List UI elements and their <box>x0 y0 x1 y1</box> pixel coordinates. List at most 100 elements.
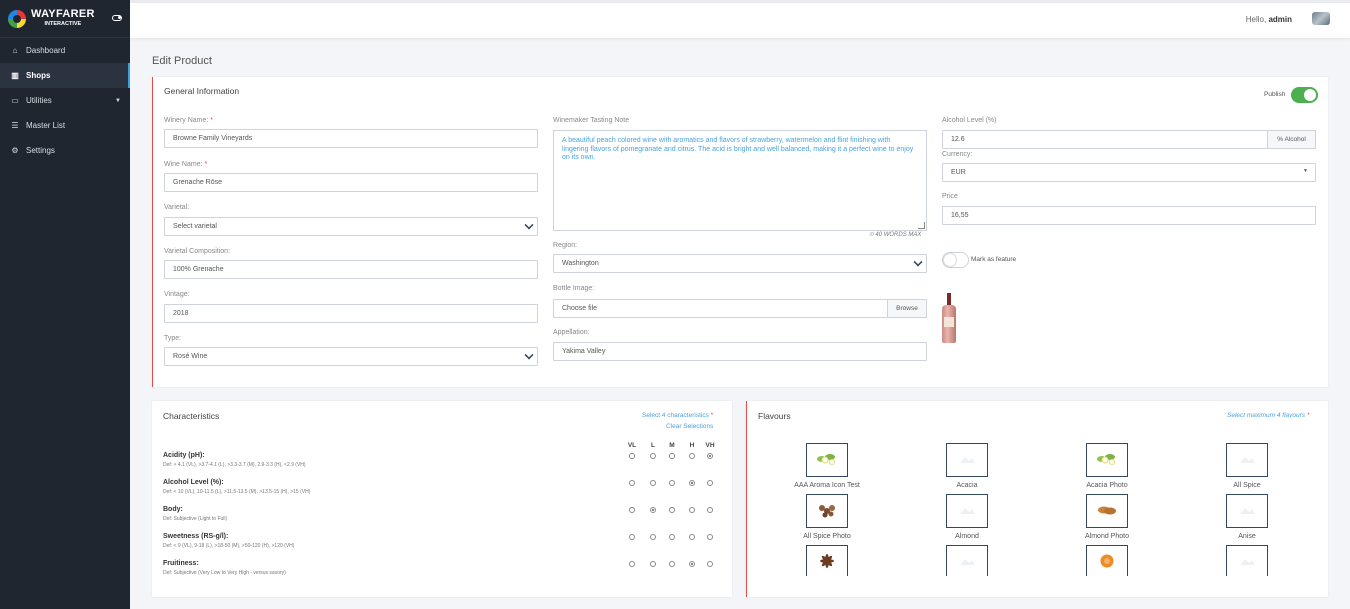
characteristic-radio-vh[interactable] <box>707 480 713 486</box>
flavour-tile[interactable] <box>946 494 988 528</box>
characteristic-radio-h[interactable] <box>689 507 695 513</box>
flavour-label: All Spice <box>1233 482 1261 489</box>
card-title: General Information <box>164 86 240 96</box>
characteristic-radio-m[interactable] <box>669 480 675 486</box>
characteristic-radio-h[interactable] <box>689 534 695 540</box>
region-select[interactable]: Washington <box>553 254 927 273</box>
flavour-tile[interactable] <box>806 545 848 576</box>
flavour-tile[interactable] <box>1086 494 1128 528</box>
card-title: Flavours <box>758 411 791 421</box>
sidebar-item-master-list[interactable]: ☰ Master List <box>0 113 130 138</box>
sidebar-item-shops[interactable]: ▥ Shops <box>0 63 130 88</box>
sidebar-toggle-icon[interactable] <box>112 15 122 21</box>
characteristic-radio-l[interactable] <box>650 453 656 459</box>
sidebar: WAYFARER INTERACTIVE ⌂ Dashboard ▥ Shops… <box>0 0 130 609</box>
characteristic-radio-vh[interactable] <box>707 453 713 459</box>
characteristic-name: Sweetness (RS-g/l): <box>163 533 229 540</box>
characteristic-radio-m[interactable] <box>669 453 675 459</box>
characteristic-radio-vh[interactable] <box>707 534 713 540</box>
characteristic-radio-l[interactable] <box>650 480 656 486</box>
characteristic-definition: Def: Subjective (Light to Full) <box>163 516 228 522</box>
varietal-select[interactable]: Select varietal <box>164 217 538 236</box>
characteristic-definition: Def: < 9 (VL), 9-18 (L), >18-50 (M), >50… <box>163 543 295 549</box>
characteristic-radio-l[interactable] <box>650 507 656 513</box>
flavour-tile[interactable] <box>946 545 988 576</box>
browse-button[interactable]: Browse <box>887 299 927 318</box>
placeholder-icon <box>1236 451 1258 469</box>
flavour-label: Acacia Photo <box>1086 482 1128 489</box>
price-input[interactable]: 16,55 <box>942 206 1316 225</box>
characteristic-radio-m[interactable] <box>669 507 675 513</box>
characteristic-radio-vl[interactable] <box>629 453 635 459</box>
gear-icon: ⚙ <box>11 146 19 155</box>
flavour-tile[interactable] <box>806 443 848 477</box>
vintage-input[interactable]: 2018 <box>164 304 538 323</box>
resize-grip-icon[interactable] <box>918 222 925 229</box>
currency-select[interactable]: EUR ▼ <box>942 163 1316 182</box>
vintage-label: Vintage: <box>164 291 190 298</box>
chevron-down-icon <box>524 350 534 360</box>
avatar[interactable] <box>1312 12 1330 25</box>
scale-header: H <box>689 442 695 449</box>
flavour-tile[interactable] <box>1086 545 1128 576</box>
sidebar-item-settings[interactable]: ⚙ Settings <box>0 138 130 163</box>
wine-name-input[interactable]: Grenache Rōse <box>164 173 538 192</box>
flavour-label: Almond Photo <box>1085 533 1129 540</box>
general-information-card: General Information Publish Winery Name:… <box>152 77 1328 387</box>
winery-label: Winery Name: * <box>164 117 214 124</box>
sidebar-item-utilities[interactable]: ▭ Utilities ▼ <box>0 88 130 113</box>
appellation-input[interactable]: Yakima Valley <box>553 342 927 361</box>
sidebar-item-label: Utilities <box>26 96 52 105</box>
publish-label: Publish <box>1264 91 1286 98</box>
characteristic-radio-l[interactable] <box>650 561 656 567</box>
flower-icon <box>1096 451 1118 469</box>
characteristic-radio-vl[interactable] <box>629 534 635 540</box>
sidebar-item-dashboard[interactable]: ⌂ Dashboard <box>0 38 130 63</box>
username: admin <box>1268 15 1292 24</box>
feature-label: Mark as feature <box>971 256 1017 263</box>
composition-label: Varietal Composition: <box>164 248 231 255</box>
user-greeting[interactable]: Hello, admin <box>1246 15 1292 24</box>
publish-toggle[interactable] <box>1291 87 1318 103</box>
flavour-tile[interactable] <box>806 494 848 528</box>
characteristic-radio-m[interactable] <box>669 561 675 567</box>
flavour-tile[interactable] <box>1226 545 1268 576</box>
characteristic-radio-m[interactable] <box>669 534 675 540</box>
characteristic-radio-h[interactable] <box>689 453 695 459</box>
wayfarer-logo-icon <box>8 9 26 28</box>
flower-icon <box>816 451 838 469</box>
scale-header: VH <box>705 442 715 449</box>
characteristic-radio-h[interactable] <box>689 561 695 567</box>
bottle-image-file-input[interactable]: Choose file <box>553 299 888 318</box>
type-label: Type: <box>164 335 182 342</box>
placeholder-icon <box>1236 502 1258 520</box>
tasting-note-textarea[interactable]: A beautiful peach colored wine with arom… <box>553 130 927 231</box>
flavour-tile[interactable] <box>1226 494 1268 528</box>
characteristic-radio-vl[interactable] <box>629 561 635 567</box>
varietal-composition-input[interactable]: 100% Grenache <box>164 260 538 279</box>
flavours-hint: Select maximum 4 flavours * <box>1227 412 1310 419</box>
flavour-label: AAA Aroma Icon Test <box>794 482 860 489</box>
flavour-tile[interactable] <box>1086 443 1128 477</box>
clear-selections-link[interactable]: Clear Selections <box>666 423 713 430</box>
type-select[interactable]: Rosé Wine <box>164 347 538 366</box>
winery-name-input[interactable]: Browne Family Vineyards <box>164 129 538 148</box>
alcohol-level-input[interactable]: 12.6 <box>942 130 1268 149</box>
characteristic-radio-vl[interactable] <box>629 507 635 513</box>
flavour-grid: AAA Aroma Icon Test Acacia Acacia Photo All… <box>747 431 1329 576</box>
flavour-tile[interactable] <box>1226 443 1268 477</box>
characteristic-radio-vl[interactable] <box>629 480 635 486</box>
tasting-note-label: Winemaker Tasting Note <box>553 117 630 124</box>
scale-header: VL <box>627 442 637 449</box>
characteristic-radio-vh[interactable] <box>707 561 713 567</box>
brand[interactable]: WAYFARER INTERACTIVE <box>0 0 130 38</box>
characteristic-radio-h[interactable] <box>689 480 695 486</box>
placeholder-icon <box>956 502 978 520</box>
type-select-value: Rosé Wine <box>173 353 208 360</box>
characteristic-radio-vh[interactable] <box>707 507 713 513</box>
scale-header: L <box>651 442 655 449</box>
characteristic-radio-l[interactable] <box>650 534 656 540</box>
feature-toggle[interactable] <box>942 252 969 268</box>
characteristics-card: Characteristics Select 4 characteristics… <box>152 401 732 597</box>
flavour-tile[interactable] <box>946 443 988 477</box>
